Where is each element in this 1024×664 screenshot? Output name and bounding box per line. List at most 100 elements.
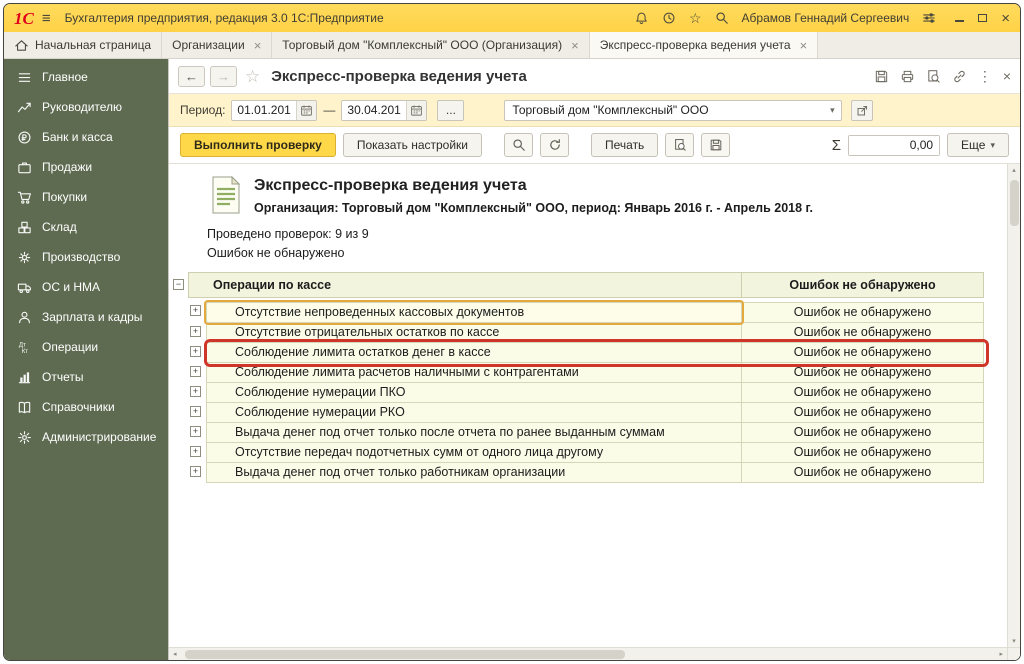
scroll-right-icon[interactable]: ▸ <box>999 650 1003 658</box>
check-name[interactable]: Выдача денег под отчет только работникам… <box>206 463 742 483</box>
expand-icon[interactable]: + <box>190 466 201 477</box>
tab-close-icon[interactable]: × <box>254 38 262 53</box>
organization-combo[interactable]: Торговый дом "Комплексный" ООО ▾ <box>504 100 842 121</box>
print-preview-button[interactable] <box>665 133 694 157</box>
tab[interactable]: Организации× <box>162 32 272 58</box>
tab-close-icon[interactable]: × <box>800 38 808 53</box>
expand-icon[interactable]: + <box>190 406 201 417</box>
save-icon[interactable] <box>874 69 889 84</box>
maximize-button[interactable] <box>978 14 987 22</box>
app-window: 1С ≡ Бухгалтерия предприятия, редакция 3… <box>3 3 1021 661</box>
preview-icon[interactable] <box>926 69 941 84</box>
table-row[interactable]: + Отсутствие отрицательных остатков по ка… <box>171 323 1007 343</box>
table-row[interactable]: + Соблюдение лимита расчетов наличными с … <box>171 363 1007 383</box>
sidebar-item-label: Отчеты <box>42 370 83 384</box>
sidebar-item[interactable]: ОС и НМА <box>4 272 168 302</box>
expand-icon[interactable]: + <box>190 426 201 437</box>
sidebar-item[interactable]: Производство <box>4 242 168 272</box>
date-to-input[interactable] <box>342 101 406 120</box>
expand-icon[interactable]: + <box>190 386 201 397</box>
table-row[interactable]: + Выдача денег под отчет только после отч… <box>171 423 1007 443</box>
organization-open-icon[interactable] <box>851 100 873 121</box>
service-menu-icon[interactable] <box>922 11 936 25</box>
minimize-button[interactable] <box>955 14 964 22</box>
run-check-button[interactable]: Выполнить проверку <box>180 133 336 157</box>
date-from-input[interactable] <box>232 101 296 120</box>
expand-icon[interactable]: + <box>190 326 201 337</box>
sidebar-item-label: Администрирование <box>42 430 156 444</box>
favorites-star-icon[interactable]: ☆ <box>689 11 702 25</box>
sidebar-item[interactable]: Отчеты <box>4 362 168 392</box>
favorite-toggle-star-icon[interactable]: ☆ <box>245 68 260 85</box>
sidebar-item[interactable]: Администрирование <box>4 422 168 452</box>
notifications-bell-icon[interactable] <box>634 11 649 25</box>
print-button[interactable]: Печать <box>591 133 658 157</box>
calendar-icon[interactable] <box>406 101 426 120</box>
expand-icon[interactable]: + <box>190 366 201 377</box>
title-bar: 1С ≡ Бухгалтерия предприятия, редакция 3… <box>4 4 1020 32</box>
tab[interactable]: Торговый дом "Комплексный" ООО (Организа… <box>272 32 589 58</box>
history-icon[interactable] <box>662 11 676 25</box>
table-row[interactable]: +Соблюдение нумерации РКООшибок не обнар… <box>171 403 1007 423</box>
expand-icon[interactable]: + <box>190 305 201 316</box>
get-link-icon[interactable] <box>952 69 967 84</box>
save-report-button[interactable] <box>701 133 730 157</box>
sum-input[interactable] <box>849 136 939 155</box>
find-button[interactable] <box>504 133 533 157</box>
check-name[interactable]: Отсутствие передач подотчетных сумм от о… <box>206 443 742 463</box>
print-icon[interactable] <box>900 69 915 84</box>
main-menu-icon[interactable]: ≡ <box>42 10 51 27</box>
table-group-header[interactable]: − Операции по кассе Ошибок не обнаружено <box>171 272 1007 298</box>
check-name[interactable]: Соблюдение нумерации ПКО <box>206 383 742 403</box>
vertical-scrollbar[interactable]: ▴ ▾ <box>1007 164 1020 647</box>
search-icon[interactable] <box>715 11 729 25</box>
horizontal-scrollbar[interactable]: ◂ ▸ <box>169 647 1007 660</box>
sidebar-item[interactable]: Главное <box>4 62 168 92</box>
sidebar-item[interactable]: Банк и касса <box>4 122 168 152</box>
vertical-scrollbar-thumb[interactable] <box>1010 180 1019 226</box>
table-row[interactable]: +Соблюдение нумерации ПКООшибок не обнар… <box>171 383 1007 403</box>
form-close-icon[interactable]: × <box>1003 69 1011 83</box>
check-name[interactable]: Отсутствие отрицательных остатков по кас… <box>206 323 742 343</box>
scroll-down-icon[interactable]: ▾ <box>1008 637 1020 645</box>
check-name[interactable]: Выдача денег под отчет только после отче… <box>206 423 742 443</box>
refresh-button[interactable] <box>540 133 569 157</box>
period-label: Период: <box>180 103 225 117</box>
more-button[interactable]: Еще ▾ <box>947 133 1009 157</box>
back-button[interactable]: ← <box>178 66 205 87</box>
sidebar-item[interactable]: Покупки <box>4 182 168 212</box>
sidebar-item-label: Справочники <box>42 400 115 414</box>
show-settings-button[interactable]: Показать настройки <box>343 133 482 157</box>
calendar-icon[interactable] <box>296 101 316 120</box>
table-row[interactable]: + Соблюдение лимита остатков денег в касс… <box>171 343 1007 363</box>
expand-icon[interactable]: + <box>190 446 201 457</box>
table-row[interactable]: + Отсутствие непроведенных кассовых докум… <box>171 302 1007 323</box>
sidebar-item[interactable]: Склад <box>4 212 168 242</box>
check-name[interactable]: Соблюдение нумерации РКО <box>206 403 742 423</box>
check-name[interactable]: Соблюдение лимита остатков денег в кассе <box>206 343 742 363</box>
chart-up-icon <box>16 100 33 115</box>
forward-button[interactable]: → <box>210 66 237 87</box>
expand-icon[interactable]: + <box>190 346 201 357</box>
table-row[interactable]: + Выдача денег под отчет только работника… <box>171 463 1007 483</box>
table-row[interactable]: + Отсутствие передач подотчетных сумм от … <box>171 443 1007 463</box>
more-menu-icon[interactable]: ⋮ <box>978 69 992 83</box>
current-user[interactable]: Абрамов Геннадий Сергеевич <box>742 11 910 25</box>
sidebar-item[interactable]: Справочники <box>4 392 168 422</box>
tab[interactable]: Экспресс-проверка ведения учета× <box>590 32 818 58</box>
sidebar-item[interactable]: Продажи <box>4 152 168 182</box>
period-options-button[interactable]: ... <box>437 100 464 121</box>
tab-close-icon[interactable]: × <box>571 38 579 53</box>
sidebar-item[interactable]: Руководителю <box>4 92 168 122</box>
tab[interactable]: Начальная страница <box>4 32 162 58</box>
window-close-button[interactable]: × <box>1001 11 1010 26</box>
scroll-left-icon[interactable]: ◂ <box>173 650 177 658</box>
horizontal-scrollbar-thumb[interactable] <box>185 650 625 659</box>
chevron-down-icon[interactable]: ▾ <box>823 105 841 116</box>
check-name[interactable]: Отсутствие непроведенных кассовых докуме… <box>206 302 742 323</box>
sidebar-item[interactable]: ДтКтОперации <box>4 332 168 362</box>
collapse-icon[interactable]: − <box>173 279 184 290</box>
check-name[interactable]: Соблюдение лимита расчетов наличными с к… <box>206 363 742 383</box>
sidebar-item[interactable]: Зарплата и кадры <box>4 302 168 332</box>
scroll-up-icon[interactable]: ▴ <box>1008 166 1020 174</box>
